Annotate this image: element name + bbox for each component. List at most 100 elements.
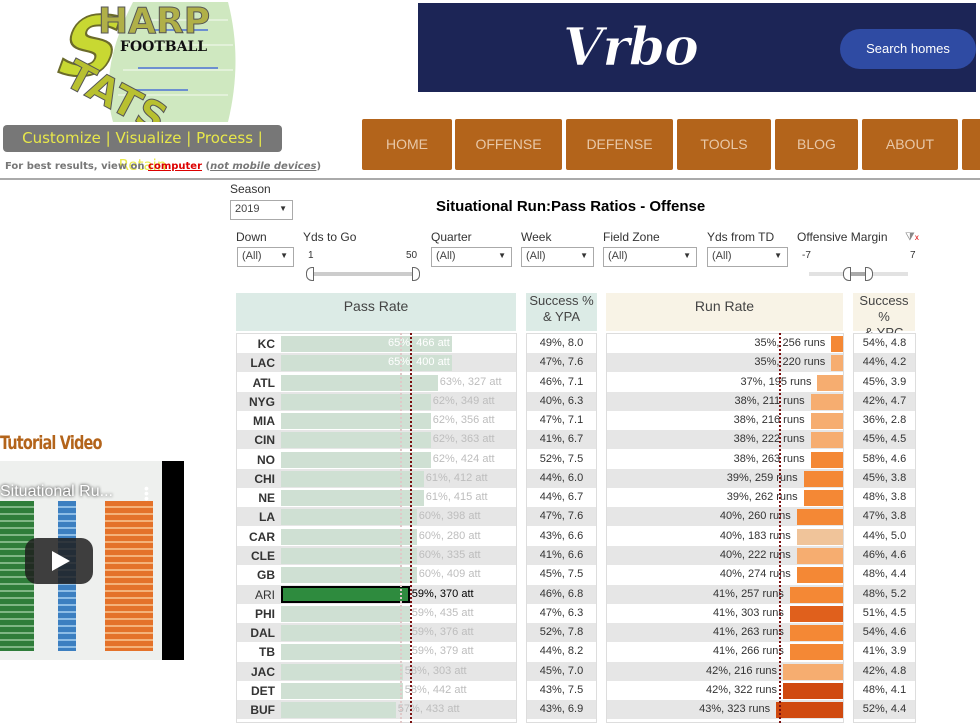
video-menu-icon[interactable]: • • • <box>144 481 149 505</box>
run-row[interactable]: 38%, 211 runs <box>607 391 843 411</box>
season-select[interactable]: 2019 ▼ <box>230 200 293 220</box>
pass-bar[interactable] <box>281 625 410 642</box>
pass-row[interactable]: DET 58%, 442 att <box>237 680 516 700</box>
pass-bar[interactable] <box>281 374 438 391</box>
run-bar[interactable] <box>817 374 843 391</box>
quarter-select[interactable]: (All) ▼ <box>431 247 512 267</box>
clear-filter-icon[interactable]: ⧩x <box>905 231 919 244</box>
run-row[interactable]: 41%, 263 runs <box>607 623 843 643</box>
pass-bar[interactable] <box>281 393 431 410</box>
run-bar[interactable] <box>789 605 843 622</box>
nav-about[interactable]: ABOUT <box>862 119 958 170</box>
pass-row[interactable]: GB 60%, 409 att <box>237 565 516 585</box>
vrbo-ad-banner[interactable]: Vrbo Search homes <box>418 3 976 92</box>
play-icon[interactable] <box>25 538 93 584</box>
pass-row[interactable]: NYG 62%, 349 att <box>237 391 516 411</box>
run-bar[interactable] <box>810 451 843 468</box>
search-homes-button[interactable]: Search homes <box>840 29 976 69</box>
pass-row[interactable]: ATL 63%, 327 att <box>237 372 516 392</box>
week-select[interactable]: (All) ▼ <box>521 247 594 267</box>
pass-bar[interactable] <box>281 605 410 622</box>
run-bar[interactable] <box>776 702 843 719</box>
run-row[interactable]: 41%, 303 runs <box>607 603 843 623</box>
pass-row[interactable]: LAC 65%, 400 att <box>237 353 516 373</box>
run-row[interactable]: 37%, 195 runs <box>607 372 843 392</box>
pass-row[interactable]: CHI 61%, 412 att <box>237 468 516 488</box>
run-bar[interactable] <box>789 625 843 642</box>
nav-tools[interactable]: TOOLS <box>677 119 771 170</box>
run-row[interactable]: 43%, 323 runs <box>607 700 843 720</box>
run-bar[interactable] <box>789 644 843 661</box>
field-zone-select[interactable]: (All) ▼ <box>603 247 697 267</box>
run-bar[interactable] <box>810 393 843 410</box>
run-row[interactable]: 40%, 183 runs <box>607 526 843 546</box>
offensive-margin-min-handle[interactable] <box>843 267 851 281</box>
computer-link[interactable]: computer <box>148 161 202 172</box>
pass-row[interactable]: PHI 59%, 435 att <box>237 603 516 623</box>
pass-bar[interactable] <box>281 547 417 564</box>
pass-row[interactable]: JAC 58%, 303 att <box>237 661 516 681</box>
run-row[interactable]: 42%, 322 runs <box>607 680 843 700</box>
run-row[interactable]: 35%, 256 runs <box>607 334 843 353</box>
run-bar[interactable] <box>803 470 843 487</box>
pass-row[interactable]: ARI 59%, 370 att <box>237 584 516 604</box>
run-row[interactable]: 40%, 274 runs <box>607 565 843 585</box>
offensive-margin-max-handle[interactable] <box>865 267 873 281</box>
pass-row[interactable]: LA 60%, 398 att <box>237 507 516 527</box>
nav-blog[interactable]: BLOG <box>775 119 858 170</box>
run-row[interactable]: 38%, 216 runs <box>607 411 843 431</box>
nav-more[interactable] <box>962 119 980 170</box>
run-bar[interactable] <box>796 567 843 584</box>
yds-to-go-min-handle[interactable] <box>306 267 314 281</box>
pass-row[interactable]: DAL 59%, 376 att <box>237 623 516 643</box>
pass-bar[interactable] <box>281 567 417 584</box>
pass-bar[interactable] <box>281 663 403 680</box>
pass-bar[interactable] <box>281 413 431 430</box>
pass-row[interactable]: TB 59%, 379 att <box>237 642 516 662</box>
pass-bar[interactable] <box>281 528 417 545</box>
pass-row[interactable]: KC 65%, 466 att <box>237 334 516 353</box>
run-row[interactable]: 35%, 220 runs <box>607 353 843 373</box>
pass-row[interactable]: CAR 60%, 280 att <box>237 526 516 546</box>
yds-to-go-max-handle[interactable] <box>412 267 420 281</box>
run-bar[interactable] <box>831 355 843 372</box>
run-bar[interactable] <box>831 336 843 352</box>
run-bar[interactable] <box>782 663 843 680</box>
run-row[interactable]: 40%, 222 runs <box>607 545 843 565</box>
pass-row[interactable]: NE 61%, 415 att <box>237 488 516 508</box>
run-bar[interactable] <box>803 490 843 507</box>
run-row[interactable]: 41%, 257 runs <box>607 584 843 604</box>
run-row[interactable]: 41%, 266 runs <box>607 642 843 662</box>
pass-row[interactable]: MIA 62%, 356 att <box>237 411 516 431</box>
pass-row[interactable]: NO 62%, 424 att <box>237 449 516 469</box>
run-bar[interactable] <box>789 586 843 603</box>
run-row[interactable]: 42%, 216 runs <box>607 661 843 681</box>
pass-bar[interactable] <box>281 490 424 507</box>
pass-bar[interactable] <box>281 432 431 449</box>
yds-from-td-select[interactable]: (All) ▼ <box>707 247 788 267</box>
yds-to-go-slider[interactable] <box>310 272 418 276</box>
run-bar[interactable] <box>810 432 843 449</box>
pass-bar[interactable] <box>281 682 403 699</box>
run-bar[interactable] <box>796 509 843 526</box>
pass-bar[interactable] <box>281 702 396 719</box>
nav-offense[interactable]: OFFENSE <box>455 119 562 170</box>
pass-row[interactable]: CIN 62%, 363 att <box>237 430 516 450</box>
run-row[interactable]: 38%, 263 runs <box>607 449 843 469</box>
down-select[interactable]: (All) ▼ <box>237 247 294 267</box>
run-bar[interactable] <box>796 528 843 545</box>
run-row[interactable]: 39%, 262 runs <box>607 488 843 508</box>
nav-defense[interactable]: DEFENSE <box>566 119 673 170</box>
pass-bar[interactable] <box>281 585 410 603</box>
run-bar[interactable] <box>796 547 843 564</box>
tutorial-video-player[interactable]: Situational Ru... • • • <box>0 461 184 660</box>
pass-bar[interactable] <box>281 644 410 661</box>
run-row[interactable]: 38%, 222 runs <box>607 430 843 450</box>
run-row[interactable]: 39%, 259 runs <box>607 468 843 488</box>
nav-home[interactable]: HOME <box>362 119 452 170</box>
run-row[interactable]: 40%, 260 runs <box>607 507 843 527</box>
pass-bar[interactable] <box>281 509 417 526</box>
pass-bar[interactable] <box>281 451 431 468</box>
sharp-football-stats-logo[interactable]: S HARP FOOTBALL TATS <box>38 0 238 144</box>
pass-row[interactable]: BUF 57%, 433 att <box>237 700 516 720</box>
